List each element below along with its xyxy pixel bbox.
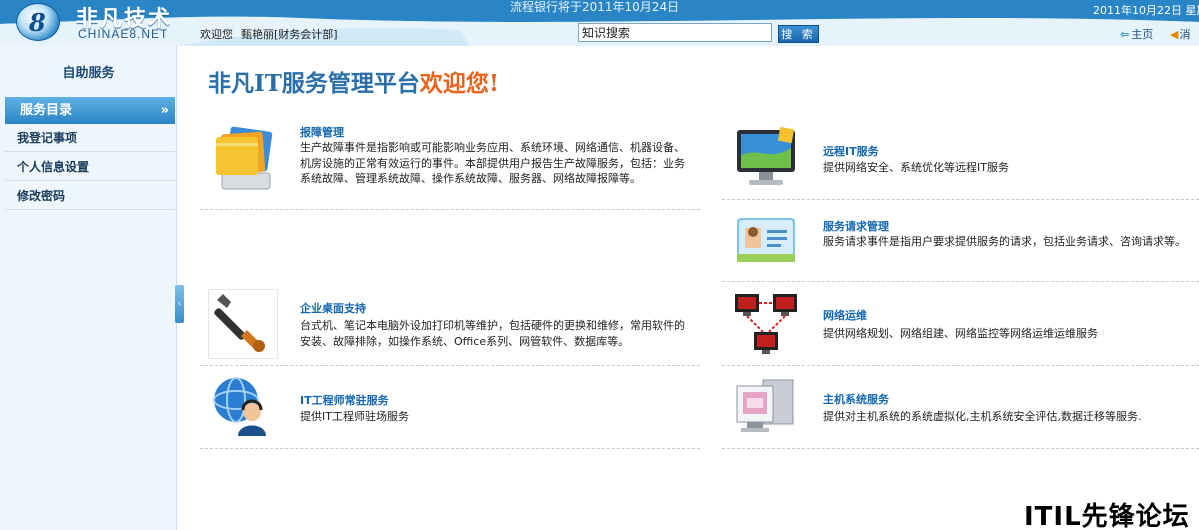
logo-mark-text: 8 xyxy=(29,8,46,37)
service-title-fault-report[interactable]: 报障管理 xyxy=(300,124,344,140)
divider xyxy=(722,199,1199,200)
service-title-remote-it[interactable]: 远程IT服务 xyxy=(823,143,879,159)
service-desc-host-system: 提供对主机系统的系统虚拟化,主机系统安全评估,数据迁移等服务. xyxy=(823,410,1142,423)
scrolling-notice[interactable]: 流程银行将于2011年10月24日 xyxy=(510,0,679,15)
page-title-highlight: 欢迎您! xyxy=(419,70,499,97)
divider xyxy=(200,448,700,449)
id-card-icon[interactable] xyxy=(733,210,799,270)
logo[interactable]: 8 非凡技术 CHINAE8.NET xyxy=(12,1,182,43)
service-desc-network-ops: 提供网络规划、网络组建、网络监控等网络运维运维服务 xyxy=(823,327,1098,340)
current-date: 2011年10月22日 星期 xyxy=(1093,4,1199,17)
sidebar: 自助服务 服务目录 » 我登记事项 个人信息设置 修改密码 xyxy=(0,46,177,530)
logo-en-text: CHINAE8.NET xyxy=(78,27,169,41)
service-desc-remote-it: 提供网络安全、系统优化等远程IT服务 xyxy=(823,161,1009,174)
page-title: 非凡IT服务管理平台欢迎您! xyxy=(208,64,499,98)
sidebar-item-service-catalog[interactable]: 服务目录 » xyxy=(5,97,175,124)
folders-icon[interactable] xyxy=(208,125,280,193)
engineer-icon[interactable] xyxy=(210,376,272,438)
top-header: 8 非凡技术 CHINAE8.NET 流程银行将于2011年10月24日 欢迎您… xyxy=(0,0,1199,46)
sidebar-item-my-records[interactable]: 我登记事项 xyxy=(5,124,175,152)
back-arrow-icon: ⇦ xyxy=(1120,28,1130,41)
home-link-label: 主页 xyxy=(1131,28,1154,41)
service-title-network-ops[interactable]: 网络运维 xyxy=(823,307,867,323)
welcome-text: 欢迎您 甄艳丽[财务会计部] xyxy=(200,26,338,42)
sidebar-collapse-handle[interactable]: ‹ xyxy=(175,285,184,323)
service-desc-fault-report: 生产故障事件是指影响或可能影响业务应用、系统环境、网络通信、机器设备、机房设施的… xyxy=(300,141,685,185)
speaker-icon: ◀ xyxy=(1170,28,1179,41)
sidebar-item-label: 服务目录 xyxy=(20,103,73,118)
divider xyxy=(200,365,700,366)
service-desc-service-request: 服务请求事件是指用户要求提供服务的请求，包括业务请求、咨询请求等。 xyxy=(823,235,1186,248)
service-title-onsite-engineer[interactable]: IT工程师常驻服务 xyxy=(300,392,389,408)
service-desc-desktop-support: 台式机、笔记本电脑外设加打印机等维护，包括硬件的更换和维修，常用软件的安装、故障… xyxy=(300,319,685,348)
message-link[interactable]: ◀消 xyxy=(1170,26,1190,42)
host-icon[interactable] xyxy=(733,376,799,438)
logo-mark-icon: 8 xyxy=(16,3,60,41)
service-desc-onsite-engineer: 提供IT工程师驻场服务 xyxy=(300,410,409,423)
knowledge-search-input[interactable] xyxy=(578,23,772,42)
forum-watermark: ITIL先锋论坛 xyxy=(1024,502,1190,530)
sidebar-item-change-password[interactable]: 修改密码 xyxy=(5,182,175,210)
search-button[interactable]: 搜 索 xyxy=(778,25,819,43)
divider xyxy=(722,365,1199,366)
service-title-desktop-support[interactable]: 企业桌面支持 xyxy=(300,300,366,316)
sidebar-item-personal-settings[interactable]: 个人信息设置 xyxy=(5,153,175,181)
divider xyxy=(722,448,1199,449)
service-title-host-system[interactable]: 主机系统服务 xyxy=(823,391,889,407)
home-link[interactable]: ⇦ 主页 xyxy=(1120,26,1153,42)
page-title-main: 非凡IT服务管理平台 xyxy=(208,70,420,97)
welcome-label: 欢迎您 xyxy=(200,28,233,41)
service-title-service-request[interactable]: 服务请求管理 xyxy=(823,218,889,234)
divider xyxy=(722,281,1199,282)
sidebar-title: 自助服务 xyxy=(62,66,115,81)
message-link-label: 消 xyxy=(1179,28,1191,41)
chevron-right-icon: » xyxy=(160,103,169,118)
divider xyxy=(200,209,700,210)
wrench-icon[interactable] xyxy=(208,289,278,359)
monitor-icon[interactable] xyxy=(733,126,799,190)
network-icon[interactable] xyxy=(733,292,799,358)
current-user: 甄艳丽[财务会计部] xyxy=(241,28,338,41)
